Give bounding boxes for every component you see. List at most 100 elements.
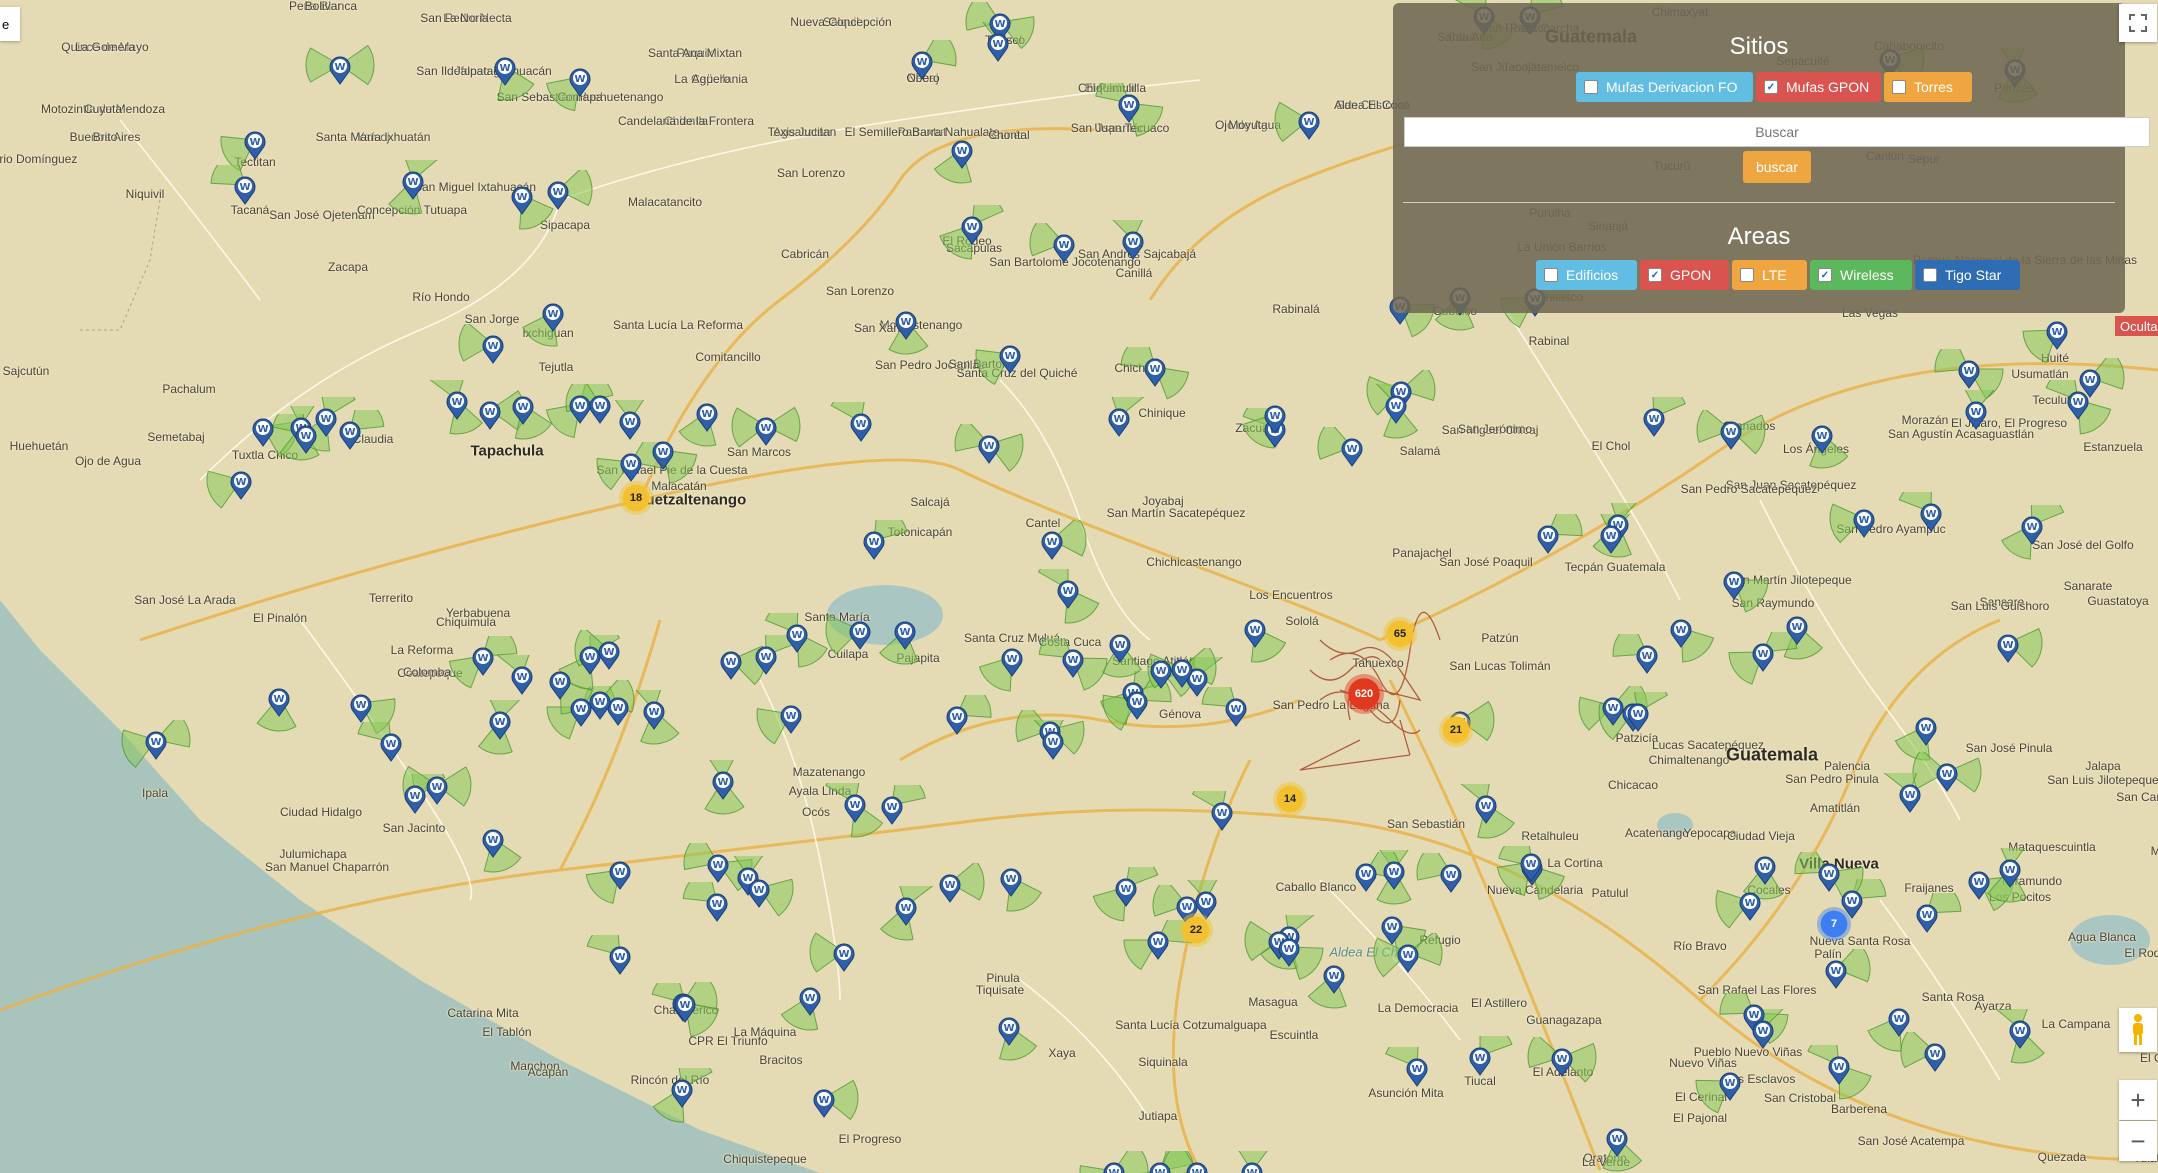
wireless-site-marker[interactable]: W — [242, 130, 268, 160]
wireless-site-marker[interactable]: W — [1473, 794, 1499, 824]
wireless-site-marker[interactable]: W — [1353, 862, 1379, 892]
wireless-site-marker[interactable]: W — [997, 344, 1023, 374]
wireless-site-marker[interactable]: W — [1242, 618, 1268, 648]
wireless-site-marker[interactable]: W — [1321, 964, 1347, 994]
checkbox[interactable] — [1740, 268, 1754, 282]
wireless-site-marker[interactable]: W — [607, 945, 633, 975]
wireless-site-marker[interactable]: W — [567, 67, 593, 97]
wireless-site-marker[interactable]: W — [669, 1078, 695, 1108]
site-cluster[interactable]: 18 — [619, 481, 653, 515]
wireless-site-marker[interactable]: W — [641, 700, 667, 730]
filter-gpon[interactable]: ✓ GPON — [1640, 260, 1729, 290]
wireless-site-marker[interactable]: W — [2019, 515, 2045, 545]
wireless-site-marker[interactable]: W — [704, 892, 730, 922]
wireless-site-marker[interactable]: W — [1223, 697, 1249, 727]
wireless-site-marker[interactable]: W — [1395, 943, 1421, 973]
wireless-site-marker[interactable]: W — [510, 395, 536, 425]
wireless-site-marker[interactable]: W — [540, 302, 566, 332]
wireless-site-marker[interactable]: W — [1120, 230, 1146, 260]
wireless-site-marker[interactable]: W — [710, 770, 736, 800]
wireless-site-marker[interactable]: W — [2007, 1019, 2033, 1049]
wireless-site-marker[interactable]: W — [976, 434, 1002, 464]
wireless-site-marker[interactable]: W — [492, 56, 518, 86]
wireless-site-marker[interactable]: W — [596, 640, 622, 670]
wireless-site-marker[interactable]: W — [1956, 359, 1982, 389]
wireless-site-marker[interactable]: W — [1641, 407, 1667, 437]
wireless-site-marker[interactable]: W — [1963, 400, 1989, 430]
wireless-site-marker[interactable]: W — [893, 310, 919, 340]
wireless-site-marker[interactable]: W — [2065, 390, 2091, 420]
wireless-site-marker[interactable]: W — [1549, 1047, 1575, 1077]
filter-wireless[interactable]: ✓ Wireless — [1810, 260, 1912, 290]
wireless-site-marker[interactable]: W — [1106, 407, 1132, 437]
wireless-site-marker[interactable]: W — [861, 530, 887, 560]
filter-edificios[interactable]: Edificios — [1536, 260, 1637, 290]
wireless-site-marker[interactable]: W — [327, 55, 353, 85]
wireless-site-marker[interactable]: W — [1897, 783, 1923, 813]
wireless-site-marker[interactable]: W — [848, 412, 874, 442]
wireless-site-marker[interactable]: W — [1966, 870, 1992, 900]
wireless-site-marker[interactable]: W — [1116, 93, 1142, 123]
filter-torres[interactable]: Torres — [1884, 72, 1972, 102]
wireless-site-marker[interactable]: W — [400, 170, 426, 200]
wireless-site-marker[interactable]: W — [1404, 1057, 1430, 1087]
wireless-site-marker[interactable]: W — [1668, 618, 1694, 648]
wireless-site-marker[interactable]: W — [617, 410, 643, 440]
wireless-site-marker[interactable]: W — [1113, 877, 1139, 907]
site-cluster[interactable]: 7 — [1817, 907, 1851, 941]
wireless-site-marker[interactable]: W — [1918, 502, 1944, 532]
wireless-site-marker[interactable]: W — [1184, 1161, 1210, 1173]
wireless-site-marker[interactable]: W — [1169, 658, 1195, 688]
wireless-site-marker[interactable]: W — [892, 620, 918, 650]
wireless-site-marker[interactable]: W — [705, 853, 731, 883]
wireless-site-marker[interactable]: W — [1823, 959, 1849, 989]
hide-panel-button[interactable]: Ocultar — [2115, 316, 2158, 336]
wireless-site-marker[interactable]: W — [1383, 394, 1409, 424]
wireless-site-marker[interactable]: W — [444, 390, 470, 420]
wireless-site-marker[interactable]: W — [944, 705, 970, 735]
wireless-site-marker[interactable]: W — [587, 394, 613, 424]
wireless-site-marker[interactable]: W — [1598, 524, 1624, 554]
wireless-site-marker[interactable]: W — [480, 828, 506, 858]
wireless-site-marker[interactable]: W — [811, 1088, 837, 1118]
search-input[interactable] — [1404, 117, 2150, 147]
wireless-site-marker[interactable]: W — [1604, 1127, 1630, 1157]
wireless-site-marker[interactable]: W — [985, 32, 1011, 62]
wireless-site-marker[interactable]: W — [753, 416, 779, 446]
wireless-site-marker[interactable]: W — [545, 180, 571, 210]
wireless-site-marker[interactable]: W — [618, 452, 644, 482]
wireless-site-marker[interactable]: W — [1381, 860, 1407, 890]
wireless-site-marker[interactable]: W — [477, 400, 503, 430]
left-panel-toggle[interactable]: e — [0, 7, 20, 41]
wireless-site-marker[interactable]: W — [1851, 508, 1877, 538]
wireless-site-marker[interactable]: W — [831, 942, 857, 972]
wireless-site-marker[interactable]: W — [232, 175, 258, 205]
wireless-site-marker[interactable]: W — [348, 693, 374, 723]
wireless-site-marker[interactable]: W — [2044, 320, 2070, 350]
site-cluster[interactable]: 14 — [1273, 782, 1307, 816]
wireless-site-marker[interactable]: W — [1634, 644, 1660, 674]
site-cluster[interactable]: 22 — [1179, 913, 1213, 947]
wireless-site-marker[interactable]: W — [266, 687, 292, 717]
checkbox-checked[interactable]: ✓ — [1764, 80, 1778, 94]
wireless-site-marker[interactable]: W — [1124, 690, 1150, 720]
wireless-site-marker[interactable]: W — [1039, 530, 1065, 560]
checkbox[interactable] — [1923, 268, 1937, 282]
wireless-site-marker[interactable]: W — [1101, 1161, 1127, 1173]
wireless-site-marker[interactable]: W — [1379, 915, 1405, 945]
checkbox[interactable] — [1584, 80, 1598, 94]
wireless-site-marker[interactable]: W — [509, 665, 535, 695]
wireless-site-marker[interactable]: W — [587, 690, 613, 720]
wireless-site-marker[interactable]: W — [1737, 891, 1763, 921]
wireless-site-marker[interactable]: W — [1055, 579, 1081, 609]
wireless-site-marker[interactable]: W — [1147, 1161, 1173, 1173]
wireless-site-marker[interactable]: W — [1339, 437, 1365, 467]
wireless-site-marker[interactable]: W — [1721, 570, 1747, 600]
wireless-site-marker[interactable]: W — [1625, 702, 1651, 732]
wireless-site-marker[interactable]: W — [1262, 404, 1288, 434]
site-cluster[interactable]: 21 — [1439, 713, 1473, 747]
wireless-site-marker[interactable]: W — [1051, 233, 1077, 263]
wireless-site-marker[interactable]: W — [1239, 1161, 1265, 1173]
wireless-site-marker[interactable]: W — [1467, 1046, 1493, 1076]
wireless-site-marker[interactable]: W — [1276, 937, 1302, 967]
